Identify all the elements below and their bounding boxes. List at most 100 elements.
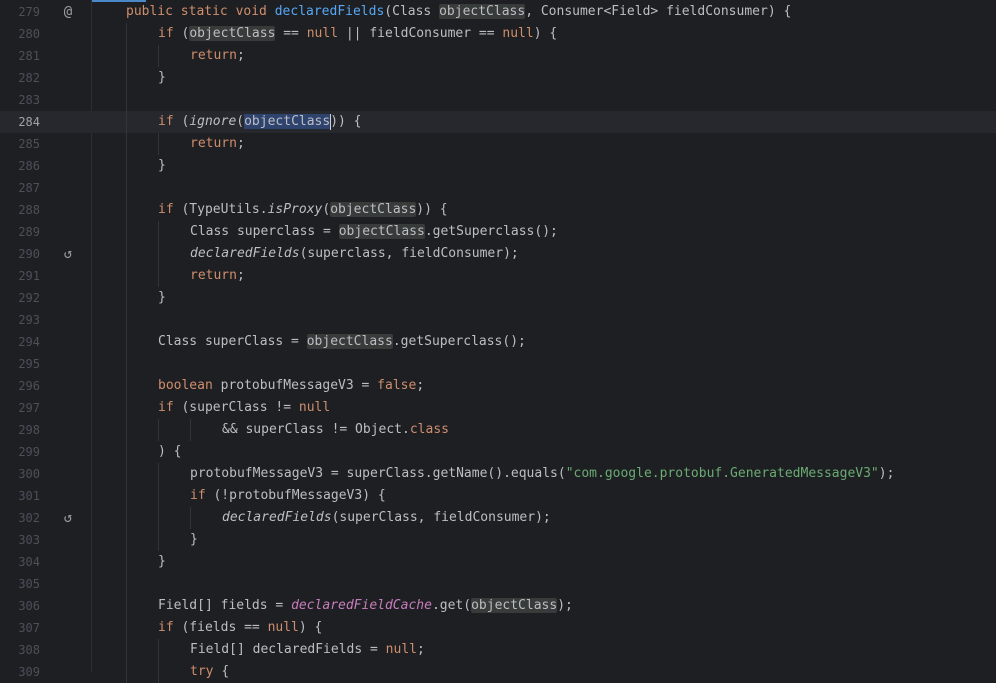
recursive-call-icon[interactable]: ↺ — [60, 246, 76, 262]
code-line[interactable]: 283 — [0, 89, 996, 111]
code-token: ; — [236, 136, 245, 151]
code-text: return; — [94, 265, 996, 287]
line-number[interactable]: 291 — [0, 265, 40, 287]
code-line[interactable]: 300 protobufMessageV3 = superClass.getNam… — [0, 463, 996, 485]
code-line[interactable]: 302 ↺ declaredFields(superClass, fieldCons… — [0, 507, 996, 529]
line-number[interactable]: 305 — [0, 573, 40, 595]
code-token: Field[] declaredFields = — [190, 642, 386, 657]
code-text: Class superclass = objectClass.getSuperc… — [94, 221, 996, 243]
line-number[interactable]: 294 — [0, 331, 40, 353]
code-line[interactable]: 291 return; — [0, 265, 996, 287]
code-line[interactable]: 285 return; — [0, 133, 996, 155]
code-token: ) { — [158, 444, 182, 459]
code-line[interactable]: 298 && superClass != Object.class — [0, 419, 996, 441]
code-line[interactable]: 307 if (fields == null) { — [0, 617, 996, 639]
line-number[interactable]: 280 — [0, 23, 40, 45]
line-number[interactable]: 306 — [0, 595, 40, 617]
code-token: "com.google.protobuf.GeneratedMessageV3" — [565, 466, 879, 481]
annotation-icon[interactable]: @ — [60, 4, 76, 20]
code-token: )) { — [416, 202, 448, 217]
line-number[interactable]: 288 — [0, 199, 40, 221]
code-token: .get( — [431, 598, 472, 613]
code-line[interactable]: 304} — [0, 551, 996, 573]
line-number[interactable]: 287 — [0, 177, 40, 199]
line-number[interactable]: 285 — [0, 133, 40, 155]
line-number[interactable]: 297 — [0, 397, 40, 419]
code-line[interactable]: 305 — [0, 573, 996, 595]
code-line[interactable]: 297 if (superClass != null — [0, 397, 996, 419]
line-number[interactable]: 283 — [0, 89, 40, 111]
code-token: } — [158, 290, 166, 305]
line-number[interactable]: 286 — [0, 155, 40, 177]
code-text: } — [94, 287, 996, 309]
line-number[interactable]: 301 — [0, 485, 40, 507]
code-text: && superClass != Object.class — [94, 419, 996, 441]
code-token: isProxy — [267, 202, 323, 217]
code-editor[interactable]: 279 @ public static void declaredFields(Cl… — [0, 0, 996, 683]
line-number[interactable]: 293 — [0, 309, 40, 331]
code-text: return; — [94, 45, 996, 67]
code-token: false — [377, 378, 417, 393]
code-line[interactable]: 280 if (objectClass == null || fieldConsu… — [0, 23, 996, 45]
code-line[interactable]: 281 return; — [0, 45, 996, 67]
code-text: Class superClass = objectClass.getSuperc… — [94, 331, 996, 353]
code-line[interactable]: 295 — [0, 353, 996, 375]
code-token: objectClass — [306, 334, 393, 349]
code-line[interactable]: 293 — [0, 309, 996, 331]
line-number[interactable]: 304 — [0, 551, 40, 573]
code-line[interactable]: 289 Class superclass = objectClass.getSup… — [0, 221, 996, 243]
code-token: ; — [416, 378, 425, 393]
line-number[interactable]: 302 — [0, 507, 40, 529]
line-number[interactable]: 289 — [0, 221, 40, 243]
code-token: null — [502, 26, 534, 41]
code-line[interactable]: 303} — [0, 529, 996, 551]
line-number[interactable]: 290 — [0, 243, 40, 265]
line-number[interactable]: 284 — [0, 111, 40, 133]
line-number[interactable]: 298 — [0, 419, 40, 441]
code-line[interactable]: 279 @ public static void declaredFields(Cl… — [0, 1, 996, 23]
line-number[interactable]: 309 — [0, 661, 40, 683]
code-line[interactable]: 286} — [0, 155, 996, 177]
line-number[interactable]: 281 — [0, 45, 40, 67]
line-number[interactable]: 292 — [0, 287, 40, 309]
line-number[interactable]: 299 — [0, 441, 40, 463]
code-line[interactable]: 287 — [0, 177, 996, 199]
code-line[interactable]: 306 Field[] fields = declaredFieldCache.g… — [0, 595, 996, 617]
code-line[interactable]: 299 ) { — [0, 441, 996, 463]
code-token: if — [158, 202, 182, 217]
code-token: ) { — [298, 620, 323, 635]
code-line[interactable]: 309 try { — [0, 661, 996, 683]
code-token: (!protobufMessageV3) { — [213, 488, 386, 503]
code-line[interactable]: 301 if (!protobufMessageV3) { — [0, 485, 996, 507]
line-number[interactable]: 296 — [0, 375, 40, 397]
code-line[interactable]: 292} — [0, 287, 996, 309]
line-number[interactable]: 308 — [0, 639, 40, 661]
code-token: Class superClass = — [158, 334, 307, 349]
line-number[interactable]: 295 — [0, 353, 40, 375]
line-number[interactable]: 303 — [0, 529, 40, 551]
line-number[interactable]: 300 — [0, 463, 40, 485]
line-number[interactable]: 307 — [0, 617, 40, 639]
indent-guide — [158, 221, 159, 287]
line-number[interactable]: 282 — [0, 67, 40, 89]
code-token: return — [190, 136, 237, 151]
code-token: objectClass — [189, 26, 276, 41]
code-line[interactable]: 308 Field[] declaredFields = null; — [0, 639, 996, 661]
recursive-call-icon[interactable]: ↺ — [60, 510, 76, 526]
code-token: == — [275, 26, 307, 41]
code-line[interactable]: 296 boolean protobufMessageV3 = false; — [0, 375, 996, 397]
code-token: ignore — [189, 114, 237, 129]
code-line[interactable]: 294 Class superClass = objectClass.getSup… — [0, 331, 996, 353]
code-text: declaredFields(superclass, fieldConsumer… — [94, 243, 996, 265]
line-number[interactable]: 279 — [0, 1, 40, 23]
code-line[interactable]: 282} — [0, 67, 996, 89]
code-line[interactable]: 288 if (TypeUtils.isProxy(objectClass)) { — [0, 199, 996, 221]
code-text: } — [94, 551, 996, 573]
code-line[interactable]: 290 ↺ declaredFields(superclass, fieldCons… — [0, 243, 996, 265]
indent-guide — [190, 419, 191, 441]
code-line-current[interactable]: 284 if (ignore(objectClass)) { — [0, 111, 996, 133]
code-token: Field[] fields = — [158, 598, 292, 613]
code-token: protobufMessageV3 = superClass.getName()… — [190, 466, 566, 481]
